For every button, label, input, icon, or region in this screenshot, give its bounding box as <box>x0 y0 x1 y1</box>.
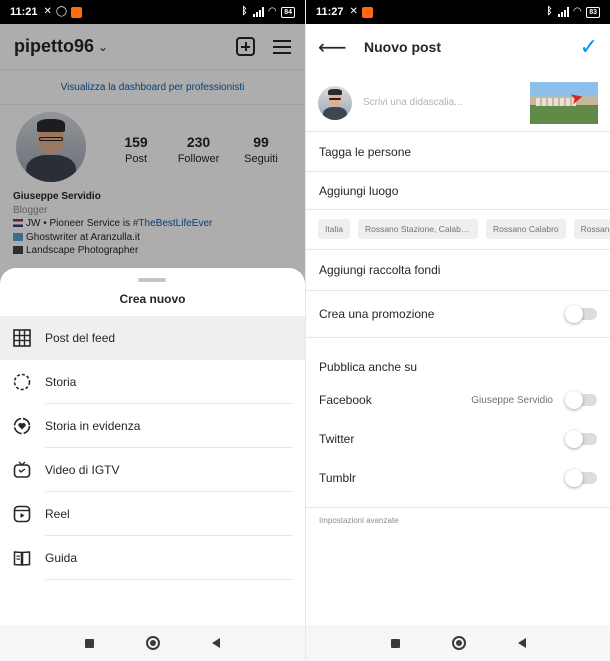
app-notification-icon <box>361 6 373 18</box>
create-new-sheet: Crea nuovo Post del feed Storia Storia i <box>0 268 305 661</box>
signal-icon <box>252 7 264 17</box>
app-notification-icon <box>71 6 83 18</box>
back-arrow-icon[interactable]: ⟵ <box>318 35 347 60</box>
right-screen: 11:27 ✕ ᛒ ◠ 83 ⟵ Nuovo post ✓ Scrivi una… <box>305 0 610 661</box>
option-igtv[interactable]: Video di IGTV <box>0 448 305 492</box>
tag-people-label: Tagga le persone <box>319 145 412 159</box>
battery-icon: 84 <box>281 6 295 18</box>
status-bar: 11:27 ✕ ᛒ ◠ 83 <box>306 0 610 24</box>
share-tumblr-row: Tumblr <box>306 464 610 492</box>
mute-icon: ✕ <box>43 6 52 17</box>
page-title: Nuovo post <box>364 39 441 55</box>
status-time: 11:21 <box>10 6 38 18</box>
create-options-list: Post del feed Storia Storia in evidenza <box>0 316 305 580</box>
location-chip[interactable]: Rossano (I <box>573 219 610 239</box>
publish-also-label: Pubblica anche su <box>319 360 418 374</box>
option-label: Post del feed <box>45 331 116 345</box>
share-facebook-row: Facebook Giuseppe Servidio <box>306 386 610 414</box>
sheet-drag-handle[interactable] <box>138 278 166 282</box>
system-nav-bar <box>306 625 610 661</box>
wifi-icon: ◠ <box>268 6 277 17</box>
post-thumbnail[interactable]: ➤ <box>530 81 598 124</box>
option-label: Video di IGTV <box>45 463 120 477</box>
location-suggestions: Italia Rossano Stazione, Calabria,... Ro… <box>318 219 610 239</box>
location-chip[interactable]: Rossano Stazione, Calabria,... <box>357 219 478 239</box>
option-story[interactable]: Storia <box>0 360 305 404</box>
status-bar: 11:21 ✕ ◯ ᛒ ◠ 84 <box>0 0 305 24</box>
share-twitter-row: Twitter <box>306 425 610 453</box>
status-time: 11:27 <box>316 6 344 18</box>
mute-icon: ✕ <box>349 6 358 17</box>
location-chip[interactable]: Italia <box>318 219 350 239</box>
battery-icon: 83 <box>586 6 600 18</box>
story-icon <box>13 373 31 391</box>
twitter-toggle[interactable] <box>565 430 597 448</box>
option-label: Storia in evidenza <box>45 419 141 433</box>
fundraiser-row[interactable]: Aggiungi raccolta fondi <box>306 258 610 282</box>
back-button[interactable] <box>212 638 220 648</box>
fundraiser-label: Aggiungi raccolta fondi <box>319 263 441 277</box>
whatsapp-icon: ◯ <box>55 6 68 17</box>
promotion-row: Crea una promozione <box>306 300 610 328</box>
advanced-settings-row[interactable]: Impostazioni avanzate <box>306 512 610 528</box>
add-location-label: Aggiungi luogo <box>319 184 399 198</box>
option-highlight[interactable]: Storia in evidenza <box>0 404 305 448</box>
new-post-header: ⟵ Nuovo post ✓ <box>306 24 610 70</box>
reel-icon <box>13 505 31 523</box>
advanced-settings-label: Impostazioni avanzate <box>319 515 399 525</box>
system-nav-bar <box>0 625 305 661</box>
tag-people-row[interactable]: Tagga le persone <box>306 140 610 164</box>
recents-button[interactable] <box>85 638 94 648</box>
wifi-icon: ◠ <box>573 6 582 17</box>
recents-button[interactable] <box>390 638 400 648</box>
option-label: Reel <box>45 507 70 521</box>
left-screen: 11:21 ✕ ◯ ᛒ ◠ 84 pipetto96 ⌄ Visualizza … <box>0 0 305 661</box>
option-label: Guida <box>45 551 78 565</box>
facebook-account: Giuseppe Servidio <box>471 394 553 406</box>
compose-row: Scrivi una didascalia... ➤ <box>306 74 610 132</box>
signal-icon <box>557 7 569 17</box>
add-location-row[interactable]: Aggiungi luogo <box>306 179 610 203</box>
checkmark-icon[interactable]: ✓ <box>580 34 598 60</box>
option-reel[interactable]: Reel <box>0 492 305 536</box>
option-guide[interactable]: Guida <box>0 536 305 580</box>
guide-book-icon <box>13 549 31 567</box>
facebook-label: Facebook <box>319 393 372 407</box>
tumblr-toggle[interactable] <box>565 469 597 487</box>
promotion-label: Crea una promozione <box>319 307 435 321</box>
promotion-toggle[interactable] <box>565 305 597 323</box>
tumblr-label: Tumblr <box>319 471 356 485</box>
highlight-heart-icon <box>13 417 31 435</box>
avatar <box>318 85 352 120</box>
twitter-label: Twitter <box>319 432 355 446</box>
sheet-title: Crea nuovo <box>119 292 186 306</box>
facebook-toggle[interactable] <box>565 391 597 409</box>
home-button[interactable] <box>451 636 466 650</box>
back-button[interactable] <box>517 638 526 648</box>
publish-also-heading: Pubblica anche su <box>306 356 610 378</box>
location-chip[interactable]: Rossano Calabro <box>485 219 566 239</box>
home-button[interactable] <box>146 636 160 650</box>
bluetooth-icon: ᛒ <box>241 6 248 17</box>
grid-icon <box>13 329 31 347</box>
bluetooth-icon: ᛒ <box>546 6 553 17</box>
igtv-icon <box>13 461 31 479</box>
caption-input[interactable]: Scrivi una didascalia... <box>363 97 463 108</box>
option-feed-post[interactable]: Post del feed <box>0 316 305 360</box>
option-label: Storia <box>45 375 77 389</box>
